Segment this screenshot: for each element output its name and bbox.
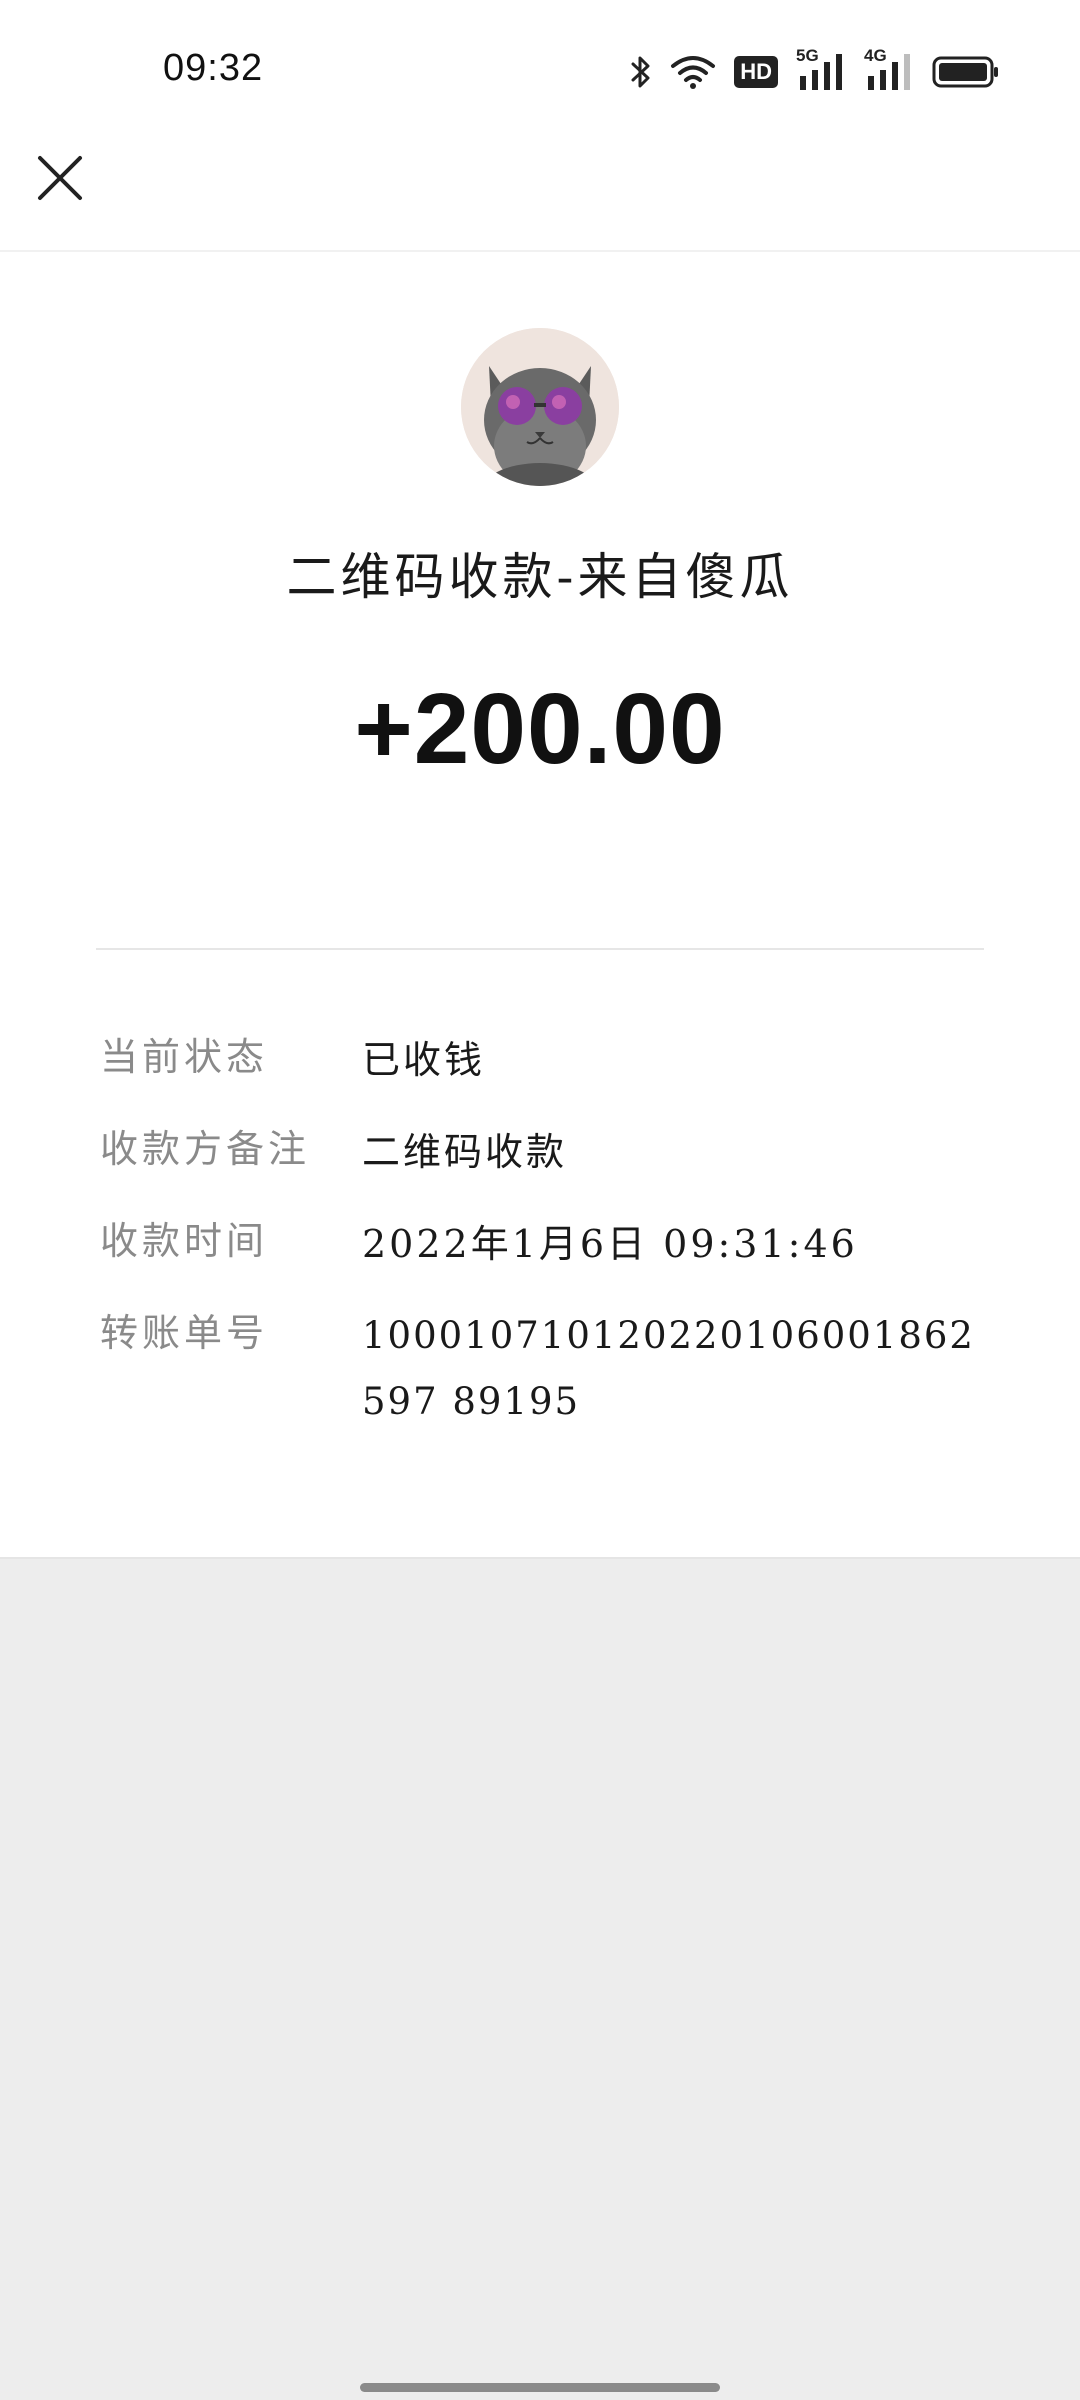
detail-value: 2022年1月6日 09:31:46 bbox=[362, 1222, 858, 1266]
signal-5g-icon: 5G bbox=[796, 46, 846, 92]
detail-row-remark: 收款方备注 二维码收款 bbox=[100, 1119, 980, 1185]
signal-4g-icon: 4G bbox=[864, 46, 914, 92]
battery-icon bbox=[932, 55, 1000, 89]
avatar[interactable] bbox=[461, 328, 619, 486]
status-bar: 09:32 HD 5G 4G bbox=[0, 0, 1080, 145]
detail-value: 已收钱 bbox=[362, 1038, 486, 1082]
transaction-title: 二维码收款-来自傻瓜 bbox=[286, 548, 794, 606]
divider bbox=[96, 948, 984, 950]
detail-row-status: 当前状态 已收钱 bbox=[100, 1027, 980, 1093]
signal-4g-label: 4G bbox=[864, 46, 887, 65]
close-button[interactable] bbox=[30, 150, 90, 210]
detail-label: 收款方备注 bbox=[100, 1127, 311, 1171]
transaction-amount: +200.00 bbox=[354, 673, 726, 785]
detail-value[interactable]: 100010710120220106001862597 89195 bbox=[362, 1303, 980, 1435]
transaction-detail-page: 09:32 HD 5G 4G 二维码收款-来自傻瓜 +200.00 当前状态 已… bbox=[0, 0, 1080, 2400]
detail-value: 二维码收款 bbox=[362, 1130, 568, 1174]
status-time: 09:32 bbox=[163, 47, 264, 89]
detail-row-time: 收款时间 2022年1月6日 09:31:46 bbox=[100, 1211, 980, 1277]
detail-row-transfer-id: 转账单号 100010710120220106001862597 89195 bbox=[100, 1303, 980, 1435]
status-icons: HD 5G 4G bbox=[630, 46, 1000, 94]
bluetooth-icon bbox=[630, 54, 652, 90]
detail-label: 当前状态 bbox=[100, 1035, 269, 1079]
nav-bar bbox=[0, 145, 1080, 252]
signal-5g-label: 5G bbox=[796, 46, 819, 65]
close-icon bbox=[37, 155, 83, 205]
hd-icon: HD bbox=[734, 56, 778, 88]
detail-label: 转账单号 bbox=[100, 1311, 269, 1355]
wifi-icon bbox=[670, 54, 716, 90]
transaction-card: 二维码收款-来自傻瓜 +200.00 当前状态 已收钱 收款方备注 二维码收款 … bbox=[0, 252, 1080, 1559]
home-indicator[interactable] bbox=[360, 2383, 720, 2392]
detail-label: 收款时间 bbox=[100, 1219, 269, 1263]
